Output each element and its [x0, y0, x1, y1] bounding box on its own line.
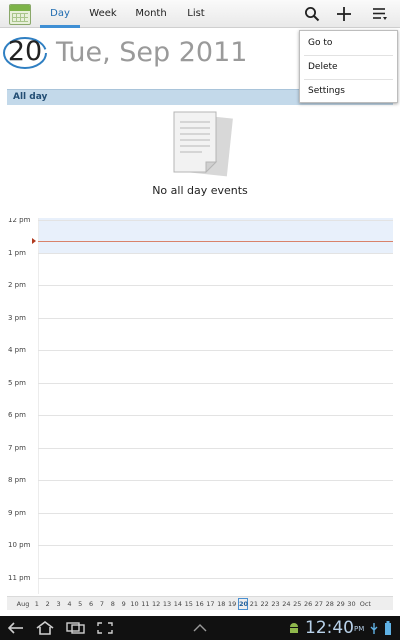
tab-day[interactable]: Day [40, 0, 80, 28]
clock-time: 12:40 [305, 618, 354, 638]
hour-gridline [38, 252, 393, 254]
hour-gridline [38, 285, 393, 286]
date-strip-day[interactable]: 1 [32, 598, 42, 610]
timeline-divider [38, 218, 39, 594]
calendar-app-icon[interactable] [9, 4, 31, 25]
date-strip-month[interactable]: Oct [357, 598, 373, 610]
menu-item-settings[interactable]: Settings [300, 79, 397, 103]
search-icon[interactable] [298, 0, 326, 28]
hour-label: 2 pm [8, 281, 26, 289]
date-strip-day[interactable]: 26 [303, 598, 313, 610]
chevron-up-icon[interactable] [190, 616, 210, 640]
date-strip-day[interactable]: 9 [119, 598, 129, 610]
hour-gridline [38, 545, 393, 546]
date-title: Tue, Sep 2011 [56, 37, 248, 68]
screenshot-icon[interactable] [94, 616, 116, 640]
date-strip-day[interactable]: 10 [130, 598, 140, 610]
hour-gridline [38, 447, 393, 449]
hour-label: 5 pm [8, 378, 26, 387]
usb-icon [368, 616, 380, 640]
date-strip-day[interactable]: 17 [205, 598, 215, 610]
date-strip[interactable]: Aug 1 2 3 4 5 6 7 8 9 10 11 12 13 14 15 16 17 18 19 20 21 22 23… [7, 596, 393, 610]
date-strip-day[interactable]: 11 [140, 598, 150, 610]
overflow-menu: Go to Delete Settings [299, 30, 398, 103]
date-strip-day[interactable]: 28 [325, 598, 335, 610]
home-icon[interactable] [34, 616, 56, 640]
date-strip-day[interactable]: 16 [195, 598, 205, 610]
date-strip-day[interactable]: 20 [238, 598, 248, 610]
action-bar: Day Week Month List [0, 0, 400, 28]
back-icon[interactable] [6, 616, 26, 640]
hour-gridline [38, 577, 393, 579]
date-strip-day[interactable]: 8 [108, 598, 118, 610]
hour-label: 10 pm [8, 541, 31, 549]
android-icon [286, 616, 302, 640]
add-icon[interactable] [330, 0, 358, 28]
hour-gridline [38, 220, 393, 221]
system-bar: 12:40 PM [0, 616, 400, 640]
date-strip-day[interactable]: 30 [347, 598, 357, 610]
day-number-text: 20 [7, 36, 43, 67]
date-strip-day[interactable]: 2 [43, 598, 53, 610]
current-time-marker-icon [32, 238, 36, 244]
hour-label: 11 pm [8, 573, 31, 582]
date-strip-day[interactable]: 22 [260, 598, 270, 610]
date-strip-day[interactable]: 24 [281, 598, 291, 610]
hour-gridline [38, 480, 393, 481]
date-strip-day[interactable]: 18 [216, 598, 226, 610]
hour-label: 1 pm [8, 248, 26, 257]
recent-apps-icon[interactable] [64, 616, 88, 640]
no-all-day-events-text: No all day events [152, 184, 248, 197]
clock-ampm: PM [354, 625, 365, 633]
date-strip-day[interactable]: 29 [336, 598, 346, 610]
overflow-menu-icon[interactable] [366, 0, 394, 28]
hour-gridline [38, 512, 393, 514]
tab-week[interactable]: Week [82, 0, 124, 28]
hour-label: 8 pm [8, 476, 26, 484]
date-strip-day[interactable]: 21 [249, 598, 259, 610]
date-strip-day[interactable]: 3 [54, 598, 64, 610]
hour-label: 4 pm [8, 346, 26, 354]
hour-label: 12 pm [8, 218, 31, 224]
hour-gridline [38, 415, 393, 416]
current-hour-highlight [38, 218, 393, 253]
date-strip-day[interactable]: 19 [227, 598, 237, 610]
menu-item-delete[interactable]: Delete [300, 55, 397, 79]
date-strip-day[interactable]: 5 [75, 598, 85, 610]
menu-item-go-to[interactable]: Go to [300, 31, 397, 55]
hour-label: 6 pm [8, 411, 26, 419]
date-strip-day[interactable]: 25 [292, 598, 302, 610]
date-strip-day[interactable]: 14 [173, 598, 183, 610]
document-icon [173, 111, 233, 177]
tab-month[interactable]: Month [128, 0, 174, 28]
day-number: 20 [3, 35, 47, 69]
day-timeline[interactable]: 12 pm 1 pm 2 pm 3 pm 4 pm 5 pm 6 pm 7 pm 8 pm 9 p… [0, 218, 400, 594]
date-strip-day[interactable]: 13 [162, 598, 172, 610]
date-strip-day[interactable]: 15 [184, 598, 194, 610]
date-strip-day[interactable]: 6 [86, 598, 96, 610]
hour-gridline [38, 382, 393, 384]
tab-list[interactable]: List [178, 0, 214, 28]
hour-gridline [38, 317, 393, 319]
hour-label: 3 pm [8, 313, 26, 322]
all-day-label: All day [13, 92, 48, 102]
hour-label: 9 pm [8, 508, 26, 517]
date-strip-day[interactable]: 7 [97, 598, 107, 610]
battery-icon [382, 616, 394, 640]
hour-label: 7 pm [8, 443, 26, 452]
current-time-line [38, 241, 393, 242]
hour-gridline [38, 350, 393, 351]
date-strip-day[interactable]: 23 [271, 598, 281, 610]
date-strip-day[interactable]: 12 [151, 598, 161, 610]
date-strip-day[interactable]: 27 [314, 598, 324, 610]
date-strip-day[interactable]: 4 [64, 598, 74, 610]
date-strip-month[interactable]: Aug [15, 598, 31, 610]
